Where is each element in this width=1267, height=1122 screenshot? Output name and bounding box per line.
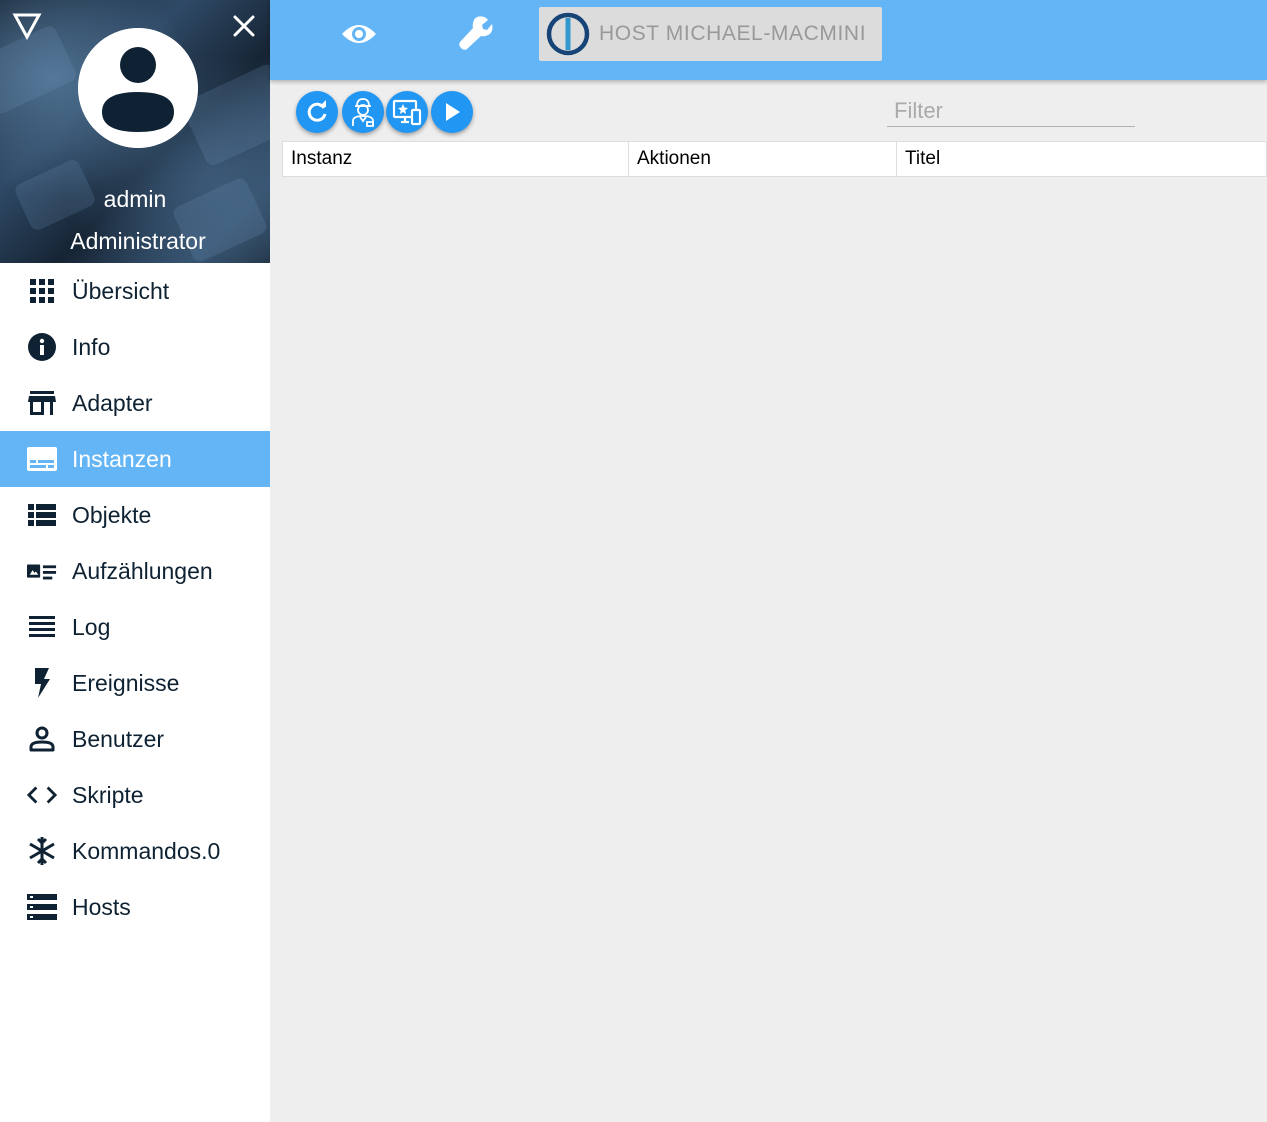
sidebar-header: admin Administrator [0,0,270,263]
sidebar-item-label: Skripte [72,781,144,808]
instance-screens-icon [392,99,422,126]
sidebar-item-label: Adapter [72,389,153,416]
sidebar-item-instanzen[interactable]: Instanzen [0,431,270,487]
expert-mode-button[interactable] [342,91,384,133]
flash-icon [27,668,57,698]
collapse-menu-icon[interactable] [12,12,42,40]
close-icon[interactable] [232,14,256,38]
featured-list-icon [27,556,57,586]
storage-icon [27,892,57,922]
sidebar: admin Administrator Übersicht Info Adapt… [0,0,270,1122]
expert-mode-icon [352,98,374,127]
snowflake-icon [27,836,57,866]
column-header-titel[interactable]: Titel [896,142,1266,176]
refresh-button[interactable] [296,91,338,133]
sidebar-item-label: Hosts [72,893,131,920]
start-button[interactable] [431,91,473,133]
apps-grid-icon [27,276,57,306]
sidebar-item-ereignisse[interactable]: Ereignisse [0,655,270,711]
sidebar-item-adapter[interactable]: Adapter [0,375,270,431]
view-list-icon [27,500,57,530]
sidebar-item-label: Übersicht [72,277,170,304]
wrench-icon[interactable] [457,14,493,50]
sidebar-item-label: Benutzer [72,725,165,752]
column-header-instanz[interactable]: Instanz [283,142,628,176]
column-header-aktionen[interactable]: Aktionen [628,142,896,176]
sidebar-item-label: Aufzählungen [72,557,213,584]
instance-screens-button[interactable] [386,91,428,133]
info-icon [27,332,57,362]
sidebar-item-label: Instanzen [72,445,172,472]
user-name: admin [103,186,167,212]
sidebar-item-info[interactable]: Info [0,319,270,375]
sidebar-item-label: Info [72,333,111,360]
avatar [78,28,198,148]
lines-icon [27,612,57,642]
refresh-icon [307,100,327,122]
top-app-bar: HOST MICHAEL-MACMINI [270,0,1267,80]
sidebar-item-aufzaehlungen[interactable]: Aufzählungen [0,543,270,599]
play-icon [446,103,460,121]
person-icon [27,724,57,754]
sidebar-item-label: Log [72,613,111,640]
sidebar-item-log[interactable]: Log [0,599,270,655]
sidebar-item-skripte[interactable]: Skripte [0,767,270,823]
store-icon [27,388,57,418]
sidebar-item-benutzer[interactable]: Benutzer [0,711,270,767]
user-role: Administrator [70,228,206,254]
host-label: HOST MICHAEL-MACMINI [599,22,867,45]
sidebar-nav: Übersicht Info Adapter Instanzen Objekte… [0,263,270,935]
filter-input[interactable] [887,95,1135,127]
sidebar-item-objekte[interactable]: Objekte [0,487,270,543]
sidebar-item-uebersicht[interactable]: Übersicht [0,263,270,319]
sidebar-item-label: Ereignisse [72,669,180,696]
iobroker-logo-icon [546,12,590,56]
sidebar-item-hosts[interactable]: Hosts [0,879,270,935]
host-selector-button[interactable]: HOST MICHAEL-MACMINI [539,7,882,61]
subtitles-icon [27,444,57,474]
table-header: Instanz Aktionen Titel [282,141,1267,177]
eye-icon[interactable] [341,20,377,48]
account-icon [78,28,198,148]
sidebar-item-label: Kommandos.0 [72,837,221,864]
sidebar-item-label: Objekte [72,501,152,528]
code-icon [27,780,57,810]
sidebar-item-kommandos[interactable]: Kommandos.0 [0,823,270,879]
